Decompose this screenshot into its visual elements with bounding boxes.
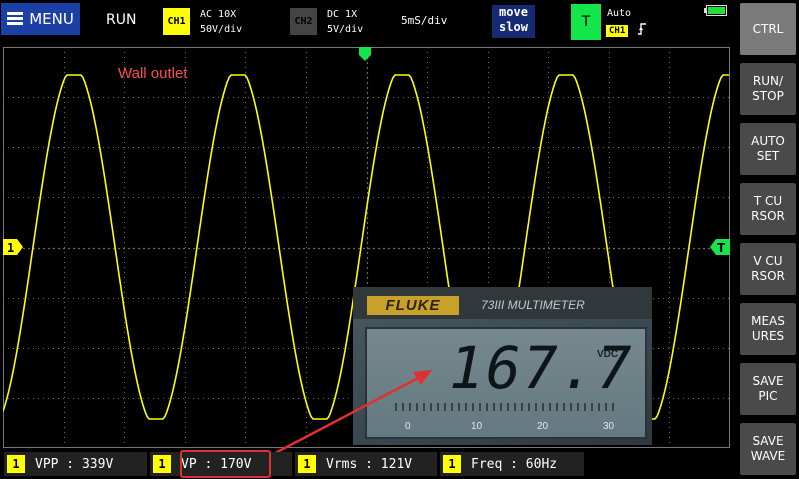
hamburger-icon <box>7 12 24 26</box>
rising-edge-icon <box>637 22 647 40</box>
ch1-scale: 50V/div <box>200 24 243 35</box>
channel-badge: 1 <box>443 455 461 473</box>
trigger-button[interactable]: T <box>571 4 601 40</box>
save-wave-button[interactable]: SAVE WAVE <box>740 423 796 475</box>
move-speed: slow <box>499 20 528 34</box>
ch1-toggle[interactable]: CH1 <box>163 8 190 35</box>
trigger-mode[interactable]: Auto <box>607 8 631 19</box>
measurement-vpp[interactable]: 1 VPP : 339V <box>4 452 147 476</box>
measurement-vrms[interactable]: 1 Vrms : 121V <box>295 452 437 476</box>
run-state[interactable]: RUN <box>106 12 136 28</box>
run-stop-button[interactable]: RUN/ STOP <box>740 63 796 115</box>
ch1-marker-label: 1 <box>7 241 14 255</box>
channel-badge: 1 <box>153 455 171 473</box>
meter-model: 73III MULTIMETER <box>481 298 585 312</box>
vp-highlight-box <box>180 450 271 478</box>
meter-lcd: 167.7 VDC 0 10 20 30 <box>365 327 647 439</box>
ch2-coupling: DC 1X <box>327 9 358 20</box>
top-status-bar: MENU RUN CH1 AC 10X 50V/div CH2 DC 1X 5V… <box>0 0 734 44</box>
meter-brand-logo: FLUKE <box>367 296 459 315</box>
ch1-coupling: AC 10X <box>200 9 237 20</box>
ch2-scale: 5V/div <box>327 24 364 35</box>
menu-button[interactable]: MENU <box>1 3 80 35</box>
meter-reading: 167.7 <box>449 334 634 402</box>
trigger-source[interactable]: CH1 <box>606 25 629 37</box>
meter-scale-label: 10 <box>471 421 483 432</box>
save-pic-button[interactable]: SAVE PIC <box>740 363 796 415</box>
meter-bargraph <box>395 403 615 411</box>
measurement-freq[interactable]: 1 Freq : 60Hz <box>440 452 584 476</box>
multimeter-photo: FLUKE 73III MULTIMETER 167.7 VDC 0 10 20… <box>353 287 652 445</box>
time-cursor-button[interactable]: T CU RSOR <box>740 183 796 235</box>
measures-button[interactable]: MEAS URES <box>740 303 796 355</box>
timebase-readout[interactable]: 5mS/div <box>401 14 447 27</box>
move-speed-button[interactable]: move slow <box>492 5 535 38</box>
ch1-settings[interactable]: AC 10X 50V/div <box>200 7 242 37</box>
menu-label: MENU <box>29 10 74 28</box>
measurement-label: Freq : 60Hz <box>471 456 558 472</box>
meter-scale-label: 30 <box>603 421 615 432</box>
channel-badge: 1 <box>298 455 316 473</box>
ch2-settings[interactable]: DC 1X 5V/div <box>327 7 363 37</box>
voltage-cursor-button[interactable]: V CU RSOR <box>740 243 796 295</box>
battery-icon <box>704 5 727 16</box>
meter-scale-label: 0 <box>405 421 411 432</box>
auto-set-button[interactable]: AUTO SET <box>740 123 796 175</box>
meter-unit: VDC <box>597 349 619 360</box>
channel-badge: 1 <box>7 455 25 473</box>
move-label: move <box>499 5 528 19</box>
meter-scale: 0 10 20 30 <box>367 417 645 437</box>
measurement-label: Vrms : 121V <box>326 456 413 472</box>
wall-outlet-annotation: Wall outlet <box>118 65 188 82</box>
trigger-level-label: T <box>717 241 726 255</box>
meter-scale-label: 20 <box>537 421 549 432</box>
ctrl-button[interactable]: CTRL <box>740 3 796 55</box>
measurement-label: VPP : 339V <box>35 456 114 472</box>
ch2-toggle[interactable]: CH2 <box>290 8 317 35</box>
